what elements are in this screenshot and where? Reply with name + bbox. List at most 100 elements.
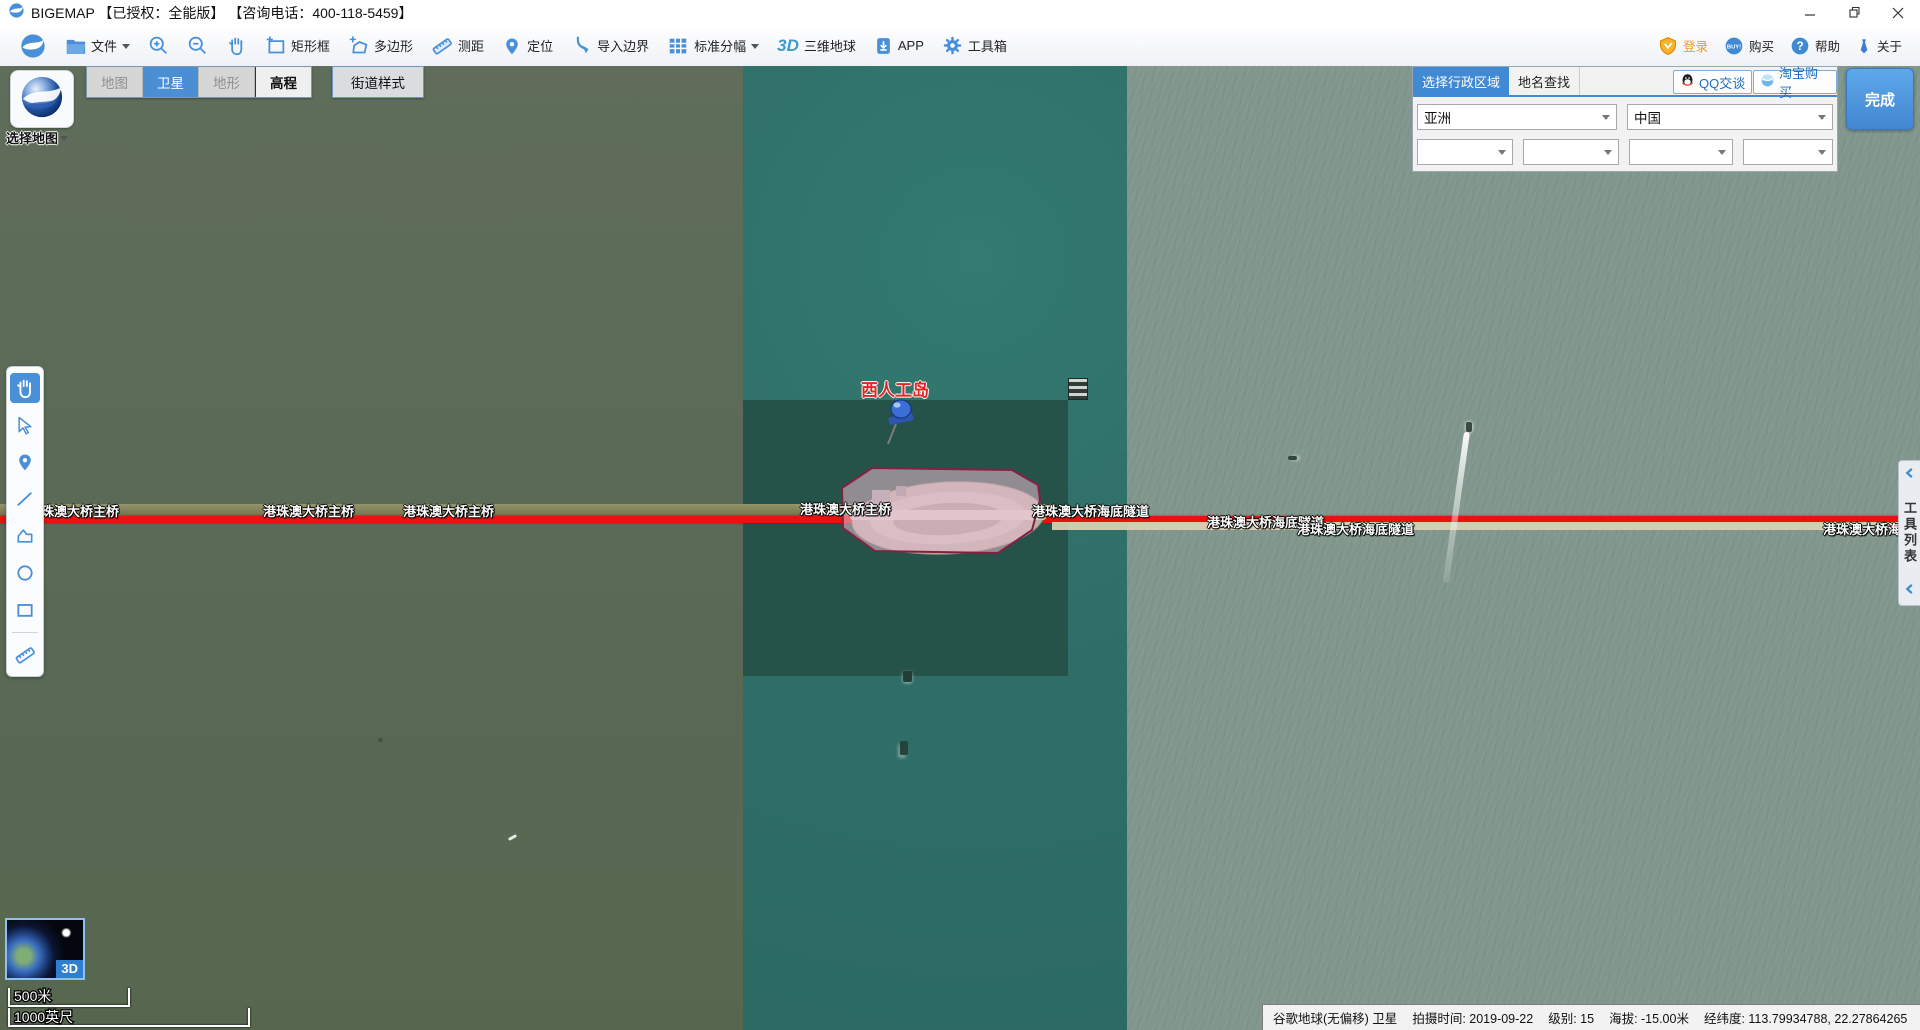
help-label: 帮助 — [1815, 36, 1840, 55]
street-style-button[interactable]: 街道样式 — [332, 66, 424, 98]
globe-3d-thumbnail[interactable]: 3D — [5, 918, 85, 980]
close-button[interactable] — [1876, 0, 1920, 25]
app-download-button[interactable]: APP — [874, 36, 924, 56]
login-label: 登录 — [1683, 36, 1708, 55]
bridge-label: 港珠澳大桥主桥 — [263, 501, 354, 520]
measure-ruler-tool[interactable] — [10, 640, 40, 670]
boat — [1288, 456, 1297, 460]
login-shield-icon — [1658, 36, 1678, 56]
about-button[interactable]: 关于 — [1856, 36, 1902, 56]
city-select[interactable] — [1523, 139, 1619, 165]
tab-admin-region[interactable]: 选择行政区域 — [1413, 67, 1509, 95]
file-menu-label: 文件 — [91, 36, 117, 55]
locate-button[interactable]: 定位 — [502, 36, 553, 56]
done-button[interactable]: 完成 — [1846, 68, 1914, 130]
help-button[interactable]: ? 帮助 — [1790, 36, 1840, 56]
scale-imperial-label: 1000英尺 — [14, 1009, 73, 1025]
about-label: 关于 — [1877, 36, 1902, 55]
threed-glyph: 3D — [777, 36, 799, 56]
zoom-out-button[interactable] — [187, 35, 208, 56]
tab-map[interactable]: 地图 — [87, 67, 143, 97]
globe-3d-button[interactable]: 3D 三维地球 — [777, 36, 856, 56]
qq-chat-button[interactable]: QQ交谈 — [1673, 70, 1752, 94]
boat — [900, 741, 908, 755]
barge — [1068, 378, 1088, 400]
question-icon: ? — [1790, 36, 1810, 56]
status-capture-time: 拍摄时间: 2019-09-22 — [1412, 1008, 1533, 1027]
title-bar: BIGEMAP 【已授权：全能版】 【咨询电话：400-118-5459】 — [0, 0, 1920, 25]
buy-label: 购买 — [1749, 36, 1774, 55]
tab-place-search[interactable]: 地名查找 — [1509, 67, 1580, 95]
minimize-button[interactable] — [1788, 0, 1832, 25]
taobao-buy-label: 淘宝购买 — [1779, 66, 1830, 101]
tab-satellite[interactable]: 卫星 — [143, 67, 199, 97]
tab-elevation[interactable]: 高程 — [255, 67, 311, 97]
draw-circle-tool[interactable] — [10, 558, 40, 588]
buoy — [378, 738, 383, 742]
pan-hand-button[interactable] — [226, 35, 247, 56]
buy-button[interactable]: BUY! 购买 — [1724, 36, 1774, 56]
island-polygon[interactable] — [820, 446, 1080, 646]
draw-line-tool[interactable] — [10, 484, 40, 514]
status-zoom-level: 级别: 15 — [1548, 1008, 1594, 1027]
polygon-button[interactable]: 多边形 — [348, 35, 413, 56]
measure-button[interactable]: 测距 — [431, 35, 484, 57]
town-select[interactable] — [1743, 139, 1833, 165]
select-arrow-tool[interactable] — [10, 410, 40, 440]
map-canvas[interactable]: 港珠澳大桥主桥 港珠澳大桥主桥 港珠澳大桥主桥 港珠澳大桥主桥 港珠澳大桥海底隧… — [0, 66, 1920, 1030]
bridge-label: 港珠澳大桥主桥 — [800, 499, 891, 518]
place-pin-tool[interactable] — [10, 447, 40, 477]
status-coordinates: 经纬度: 113.79934788, 22.27864265 — [1704, 1008, 1907, 1027]
taobao-globe-icon — [1760, 73, 1775, 91]
import-boundary-button[interactable]: 导入边界 — [571, 35, 649, 56]
draw-polygon-tool[interactable] — [10, 521, 40, 551]
window-title: BIGEMAP 【已授权：全能版】 【咨询电话：400-118-5459】 — [31, 3, 412, 23]
chevron-down-icon — [1498, 150, 1506, 159]
tool-list-tab[interactable]: 工具列表 — [1898, 460, 1920, 606]
scale-metric-label: 500米 — [14, 988, 51, 1004]
polygon-label: 多边形 — [374, 36, 413, 55]
qq-penguin-icon — [1680, 73, 1695, 91]
restore-button[interactable] — [1832, 0, 1876, 25]
chevron-down-icon — [60, 136, 68, 145]
region-panel: 选择行政区域 地名查找 QQ交谈 淘宝购买 亚洲 中国 — [1412, 66, 1838, 172]
tie-icon — [1856, 36, 1872, 56]
water-band-right — [1127, 66, 1920, 1030]
taobao-buy-button[interactable]: 淘宝购买 — [1753, 70, 1837, 94]
county-select[interactable] — [1629, 139, 1733, 165]
chevron-left-icon — [1904, 466, 1915, 484]
continent-select[interactable]: 亚洲 — [1417, 104, 1617, 130]
bridge-label: 港珠澳大桥主桥 — [403, 501, 494, 520]
tab-terrain[interactable]: 地形 — [199, 67, 255, 97]
file-menu-button[interactable]: 文件 — [65, 36, 130, 55]
draw-rectangle-tool[interactable] — [10, 595, 40, 625]
zoom-in-button[interactable] — [148, 35, 169, 56]
gear-icon — [942, 35, 963, 56]
measure-label: 测距 — [458, 36, 484, 55]
draw-tool-palette — [6, 366, 44, 677]
tool-list-label: 工具列表 — [1900, 501, 1919, 565]
home-logo-icon[interactable] — [19, 32, 47, 60]
country-select[interactable]: 中国 — [1627, 104, 1833, 130]
toolbox-button[interactable]: 工具箱 — [942, 35, 1007, 56]
ruler-icon — [431, 35, 453, 57]
rect-frame-button[interactable]: 矩形框 — [265, 35, 330, 56]
basemap-tabs: 地图 卫星 地形 高程 — [86, 66, 312, 98]
chevron-down-icon — [122, 44, 130, 53]
chevron-down-icon — [751, 44, 759, 53]
status-source: 谷歌地球(无偏移) 卫星 — [1273, 1008, 1397, 1027]
app-label: APP — [898, 38, 924, 53]
water-band-left — [0, 66, 743, 1030]
pan-hand-tool[interactable] — [10, 373, 40, 403]
pushpin-icon[interactable] — [860, 392, 930, 456]
polygon-plus-icon — [348, 35, 369, 56]
login-button[interactable]: 登录 — [1658, 36, 1708, 56]
chevron-down-icon — [1602, 115, 1610, 124]
thumbnail-3d-badge: 3D — [56, 960, 83, 978]
layer-picker-button[interactable] — [10, 70, 74, 128]
layer-picker-label[interactable]: 选择地图 — [6, 128, 80, 147]
country-value: 中国 — [1634, 107, 1661, 127]
app-download-icon — [874, 36, 893, 56]
province-select[interactable] — [1417, 139, 1513, 165]
standard-sheet-button[interactable]: 标准分幅 — [667, 35, 759, 57]
